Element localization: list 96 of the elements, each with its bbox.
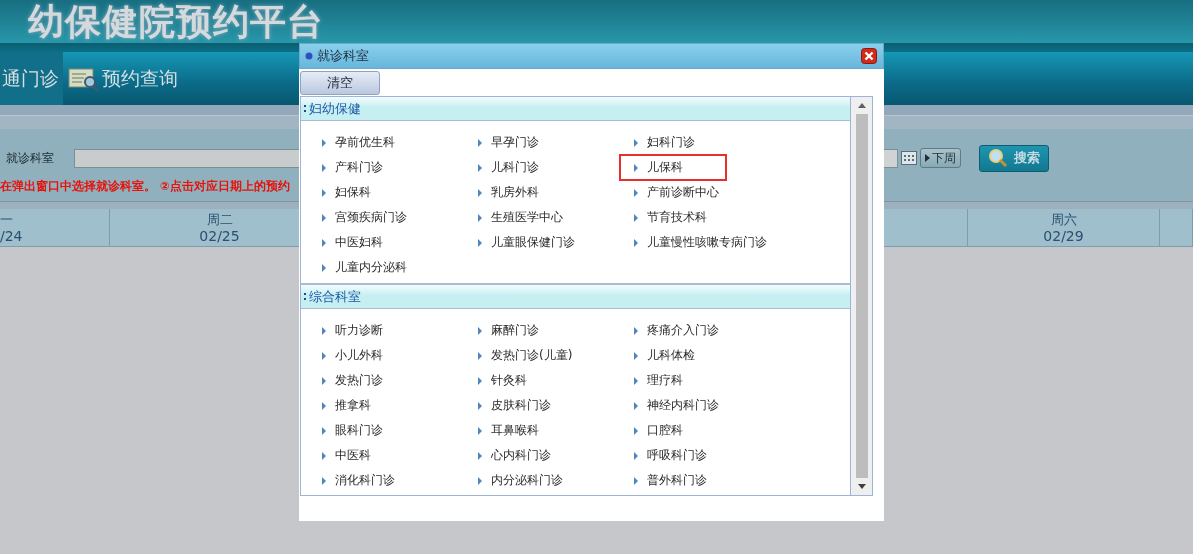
triangle-icon (634, 401, 638, 410)
department-item[interactable]: 妇保科 (319, 180, 427, 205)
department-item[interactable]: 小儿外科 (319, 343, 427, 368)
clear-button[interactable]: 清空 (300, 71, 380, 95)
site-title: 幼保健院预约平台 (28, 0, 324, 43)
section-header: 妇幼保健 (309, 100, 361, 118)
triangle-icon (478, 326, 482, 335)
document-search-icon (68, 65, 100, 92)
triangle-icon (322, 376, 326, 385)
scrollbar[interactable] (851, 97, 872, 495)
department-item[interactable]: 神经内科门诊 (631, 393, 739, 418)
triangle-icon (322, 238, 326, 247)
triangle-icon (322, 263, 326, 272)
dot-icon (305, 52, 313, 60)
triangle-icon (634, 451, 638, 460)
triangle-icon (634, 326, 638, 335)
department-item[interactable]: 消化科门诊 (319, 468, 427, 493)
section-header: 综合科室 (309, 288, 361, 306)
department-item[interactable]: 发热门诊 (319, 368, 427, 393)
triangle-icon (478, 238, 482, 247)
department-item[interactable]: 发热门诊(儿童) (475, 343, 583, 368)
triangle-icon (478, 138, 482, 147)
triangle-icon (634, 238, 638, 247)
department-item[interactable]: 乳房外科 (475, 180, 583, 205)
department-item[interactable]: 产前诊断中心 (631, 180, 739, 205)
triangle-icon (322, 138, 326, 147)
department-item[interactable]: 孕前优生科 (319, 130, 427, 155)
department-item[interactable]: 眼科门诊 (319, 418, 427, 443)
department-item[interactable]: 儿保科 (619, 154, 727, 181)
triangle-icon (634, 351, 638, 360)
triangle-icon (478, 351, 482, 360)
department-item[interactable]: 普外科门诊 (631, 468, 739, 493)
department-item[interactable]: 理疗科 (631, 368, 739, 393)
scrollbar-thumb[interactable] (855, 114, 868, 478)
triangle-icon (478, 476, 482, 485)
next-week-button[interactable]: 下周 (920, 148, 961, 168)
department-item[interactable]: 推拿科 (319, 393, 427, 418)
nav-tab[interactable]: 通门诊 (0, 52, 63, 105)
department-item[interactable]: 节育技术科 (631, 205, 739, 230)
dots-icon (304, 293, 307, 300)
department-item[interactable]: 妇科门诊 (631, 130, 739, 155)
triangle-icon (322, 451, 326, 460)
department-item[interactable]: 心内科门诊 (475, 443, 583, 468)
department-item[interactable]: 儿童内分泌科 (319, 255, 427, 280)
department-item[interactable]: 听力诊断 (319, 318, 427, 343)
week-column-header: 一 /24 (0, 209, 110, 246)
triangle-icon (322, 401, 326, 410)
triangle-icon (634, 376, 638, 385)
calendar-icon[interactable] (901, 151, 917, 165)
play-icon (925, 154, 930, 162)
department-item[interactable]: 麻醉门诊 (475, 318, 583, 343)
triangle-icon (634, 163, 638, 172)
department-item[interactable]: 疼痛介入门诊 (631, 318, 739, 343)
triangle-icon (478, 401, 482, 410)
dialog-title: 就诊科室 (317, 47, 369, 65)
triangle-icon (322, 476, 326, 485)
department-item[interactable]: 儿科门诊 (475, 155, 583, 180)
triangle-icon (634, 476, 638, 485)
triangle-icon (478, 213, 482, 222)
department-item[interactable]: 儿童慢性咳嗽专病门诊 (631, 230, 767, 255)
triangle-icon (478, 426, 482, 435)
triangle-icon (478, 163, 482, 172)
up-arrow-icon[interactable] (857, 103, 866, 108)
close-icon[interactable] (861, 48, 877, 64)
triangle-icon (478, 451, 482, 460)
down-arrow-icon[interactable] (857, 484, 866, 489)
department-item[interactable]: 皮肤科门诊 (475, 393, 583, 418)
triangle-icon (634, 213, 638, 222)
triangle-icon (322, 188, 326, 197)
department-item[interactable]: 儿科体检 (631, 343, 739, 368)
instruction-text: 在弹出窗口中选择就诊科室。 ②点击对应日期上的预约 (0, 179, 291, 194)
triangle-icon (478, 376, 482, 385)
department-item[interactable]: 中医科 (319, 443, 427, 468)
triangle-icon (322, 426, 326, 435)
field-label: 就诊科室 (5, 149, 55, 167)
department-item[interactable]: 耳鼻喉科 (475, 418, 583, 443)
department-item[interactable]: 呼吸科门诊 (631, 443, 739, 468)
triangle-icon (478, 188, 482, 197)
triangle-icon (322, 326, 326, 335)
triangle-icon (634, 426, 638, 435)
department-item[interactable]: 生殖医学中心 (475, 205, 583, 230)
department-item[interactable]: 口腔科 (631, 418, 739, 443)
search-icon (988, 148, 1008, 168)
department-item[interactable]: 内分泌科门诊 (475, 468, 583, 493)
department-item[interactable]: 儿童眼保健门诊 (475, 230, 583, 255)
department-item[interactable]: 产科门诊 (319, 155, 427, 180)
nav-tab[interactable]: 预约查询 (100, 52, 180, 105)
week-column-header: 周六 02/29 (968, 209, 1160, 246)
triangle-icon (634, 138, 638, 147)
department-item[interactable]: 早孕门诊 (475, 130, 583, 155)
triangle-icon (322, 351, 326, 360)
triangle-icon (634, 188, 638, 197)
triangle-icon (322, 213, 326, 222)
triangle-icon (322, 163, 326, 172)
department-item[interactable]: 针灸科 (475, 368, 583, 393)
dots-icon (304, 105, 307, 112)
